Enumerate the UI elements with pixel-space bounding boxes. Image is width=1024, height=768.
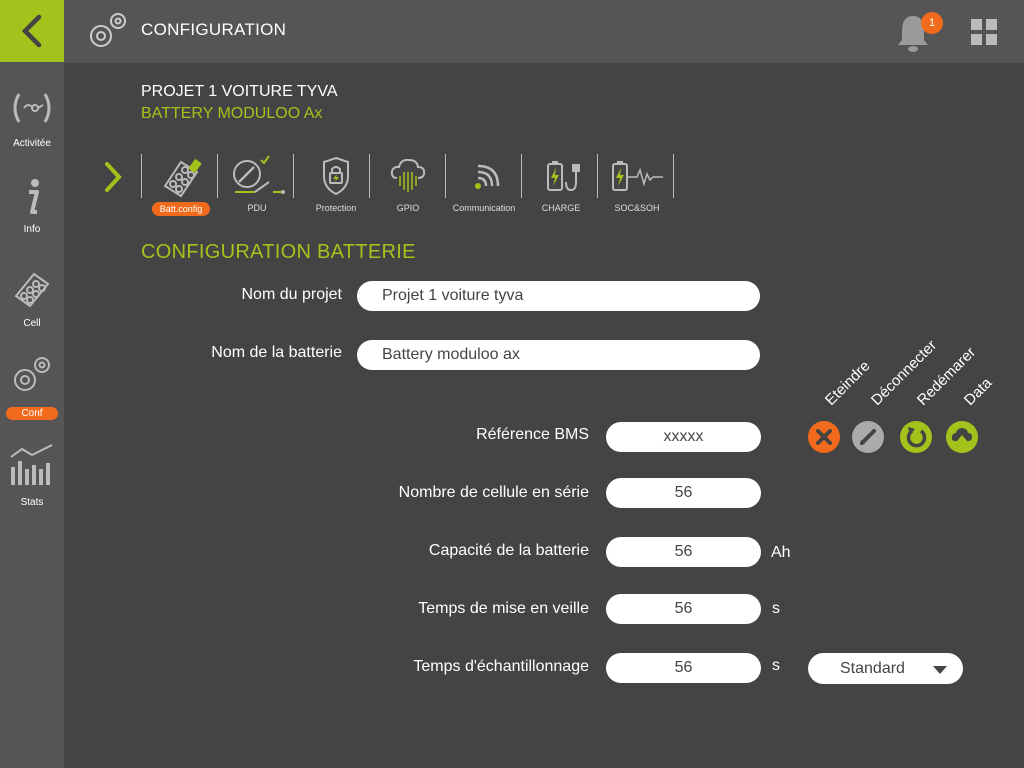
battery-plug-icon <box>547 161 580 192</box>
gears-icon <box>90 13 126 47</box>
chevron-left-icon <box>21 14 42 48</box>
pencil-icon <box>860 429 876 445</box>
sampling-time-unit: s <box>772 657 780 674</box>
sidebar-label: Stats <box>20 497 44 508</box>
battery-name-input[interactable]: Battery moduloo ax <box>357 340 760 370</box>
capacity-label: Capacité de la batterie <box>428 542 589 559</box>
tab-label: Communication <box>452 203 516 213</box>
tab-label: CHARGE <box>541 203 581 213</box>
sidebar-label: Activitée <box>13 138 51 149</box>
tab-label: Protection <box>315 203 357 213</box>
activity-icon <box>13 93 51 123</box>
sidebar-item-cell[interactable]: Cell <box>0 266 64 329</box>
sidebar-item-info[interactable]: Info <box>0 178 64 235</box>
cells-series-input[interactable]: 56 <box>606 478 761 508</box>
info-icon <box>29 179 39 214</box>
shutdown-button[interactable] <box>808 421 840 453</box>
mode-select[interactable]: Standard <box>808 653 963 684</box>
sidebar-label-active: Conf <box>6 407 58 420</box>
grid-menu-icon[interactable] <box>968 16 1000 48</box>
tab-batt-config[interactable]: Batt.config <box>143 154 219 220</box>
capacity-input[interactable]: 56 <box>606 537 761 567</box>
tab-divider <box>141 154 142 198</box>
sidebar-label: Info <box>23 224 41 235</box>
tab-divider <box>673 154 674 198</box>
pdu-switch-icon <box>233 155 285 194</box>
bms-ref-label: Référence BMS <box>476 426 589 443</box>
sampling-time-label: Temps d'échantillonnage <box>413 658 589 675</box>
caret-down-icon <box>933 666 947 674</box>
tab-divider <box>597 154 598 198</box>
battery-pulse-icon <box>612 161 663 191</box>
signal-icon <box>475 164 500 189</box>
tab-soc-soh[interactable]: SOC&SOH <box>599 154 675 220</box>
tab-divider <box>521 154 522 198</box>
restart-button[interactable] <box>900 421 932 453</box>
project-name-label: Nom du projet <box>241 286 343 303</box>
tab-label: PDU <box>247 203 267 213</box>
sleep-time-input[interactable]: 56 <box>606 594 761 624</box>
section-title: CONFIGURATION BATTERIE <box>141 241 416 263</box>
data-button[interactable] <box>946 421 978 453</box>
tab-divider <box>293 154 294 198</box>
project-title: PROJET 1 VOITURE TYVA <box>141 83 338 100</box>
sidebar-item-stats[interactable]: Stats <box>0 443 64 508</box>
data-label: Data <box>960 374 996 409</box>
close-icon <box>816 429 832 445</box>
shutdown-label: Eteindre <box>821 357 874 409</box>
project-name-input[interactable]: Projet 1 voiture tyva <box>357 281 760 311</box>
tab-label: SOC&SOH <box>614 203 660 213</box>
shield-lock-icon <box>323 156 349 196</box>
tab-divider <box>217 154 218 198</box>
tab-protection[interactable]: Protection <box>298 154 374 220</box>
cloud-icon <box>951 428 972 447</box>
sidebar-label: Cell <box>23 318 41 329</box>
sidebar-item-conf[interactable]: Conf <box>0 352 64 421</box>
battery-name-label: Nom de la batterie <box>211 344 342 361</box>
tab-label: Batt.config <box>151 202 211 216</box>
cells-series-label: Nombre de cellule en série <box>398 484 589 501</box>
tab-communication[interactable]: Communication <box>446 154 522 220</box>
back-button[interactable] <box>0 0 64 62</box>
notification-badge: 1 <box>921 12 943 34</box>
tab-pdu[interactable]: PDU <box>219 154 295 220</box>
stats-icon <box>10 444 53 485</box>
battery-cells-icon <box>163 159 202 198</box>
chevron-right-icon[interactable] <box>102 160 124 194</box>
page-title: CONFIGURATION <box>141 20 287 39</box>
tab-gpio[interactable]: GPIO <box>370 154 446 220</box>
sleep-time-unit: s <box>772 600 780 617</box>
capacity-unit: Ah <box>771 544 791 561</box>
restart-icon <box>906 427 927 448</box>
mode-select-value: Standard <box>840 660 905 677</box>
tab-label: GPIO <box>396 203 420 213</box>
battery-subtitle: BATTERY MODULOO Ax <box>141 105 323 122</box>
tab-charge[interactable]: CHARGE <box>523 154 599 220</box>
sleep-time-label: Temps de mise en veille <box>418 600 589 617</box>
disconnect-button[interactable] <box>852 421 884 453</box>
sampling-time-input[interactable]: 56 <box>606 653 761 683</box>
gears-icon <box>14 357 50 391</box>
cloud-circuit-icon <box>390 158 426 192</box>
sidebar-item-activite[interactable]: Activitée <box>0 88 64 149</box>
bms-ref-input[interactable]: xxxxx <box>606 422 761 452</box>
battery-cells-icon <box>14 272 50 308</box>
